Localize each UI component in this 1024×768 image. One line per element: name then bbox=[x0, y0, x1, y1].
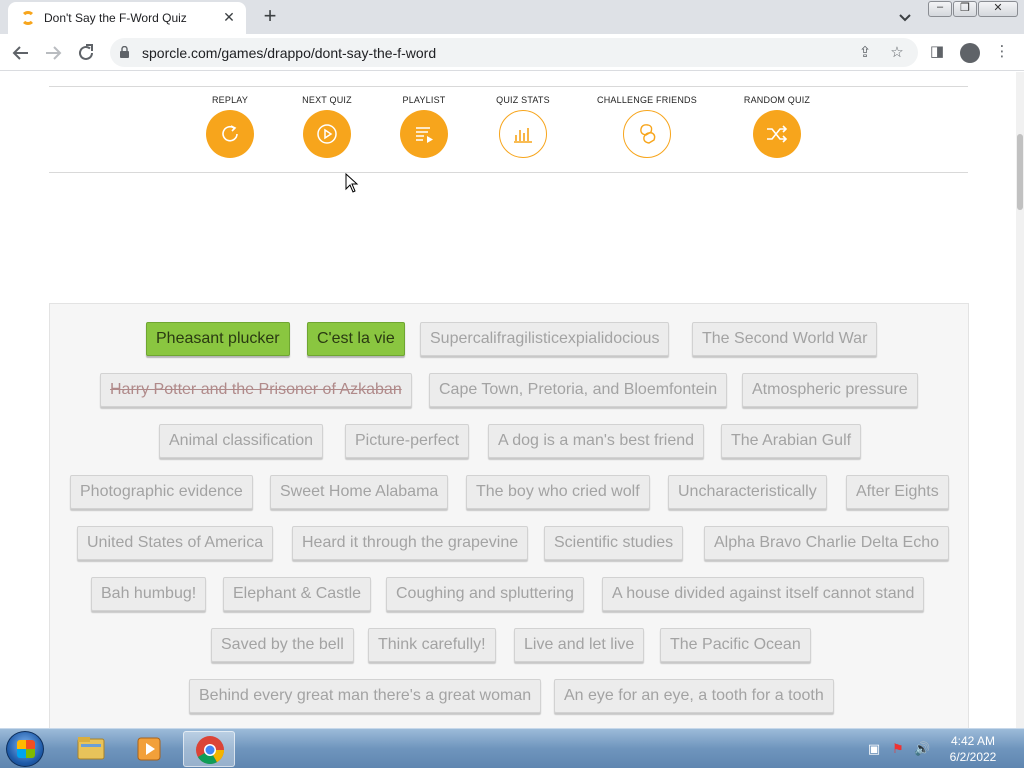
new-tab-button[interactable]: + bbox=[258, 4, 282, 28]
lock-icon bbox=[120, 46, 129, 58]
browser-toolbar: sporcle.com/games/drappo/dont-say-the-f-… bbox=[0, 34, 1024, 71]
tab-title: Don't Say the F-Word Quiz bbox=[44, 11, 187, 25]
answer-chip[interactable]: Atmospheric pressure bbox=[742, 373, 918, 407]
next-quiz-label: NEXT QUIZ bbox=[302, 95, 352, 105]
answer-chip[interactable]: United States of America bbox=[77, 526, 274, 560]
system-clock[interactable]: 4:42 AM 6/2/2022 bbox=[940, 733, 1006, 765]
answer-panel: Pheasant plucker C'est la vie Supercalif… bbox=[49, 303, 969, 728]
sporcle-favicon-icon bbox=[21, 11, 35, 25]
answer-chip[interactable]: Uncharacteristically bbox=[668, 475, 827, 509]
playlist-label: PLAYLIST bbox=[402, 95, 446, 105]
back-arrow-icon[interactable] bbox=[8, 40, 34, 66]
answer-chip[interactable]: The Second World War bbox=[692, 322, 878, 356]
media-player-taskbar-button[interactable] bbox=[124, 731, 176, 767]
replay-button[interactable]: REPLAY bbox=[203, 95, 257, 158]
windows-logo-icon bbox=[17, 740, 35, 758]
browser-tab[interactable]: Don't Say the F-Word Quiz ✕ bbox=[8, 2, 246, 34]
share-icon[interactable]: ⇪ bbox=[856, 44, 874, 62]
play-icon bbox=[303, 110, 351, 158]
challenge-friends-button[interactable]: CHALLENGE FRIENDS bbox=[596, 95, 698, 158]
answer-chip[interactable]: Think carefully! bbox=[368, 628, 496, 662]
next-quiz-button[interactable]: NEXT QUIZ bbox=[299, 95, 355, 158]
tab-close-icon[interactable]: ✕ bbox=[220, 8, 238, 26]
bar-chart-icon bbox=[499, 110, 547, 158]
playlist-icon bbox=[400, 110, 448, 158]
reload-icon[interactable] bbox=[73, 40, 99, 66]
bookmark-star-icon[interactable]: ☆ bbox=[888, 44, 906, 62]
answer-chip[interactable]: A dog is a man's best friend bbox=[488, 424, 705, 458]
side-panel-icon[interactable]: ◨ bbox=[928, 43, 946, 61]
action-center-flag-icon[interactable]: ⚑ bbox=[890, 741, 906, 757]
answer-chip[interactable]: Bah humbug! bbox=[91, 577, 207, 611]
shuffle-icon bbox=[753, 110, 801, 158]
random-quiz-label: RANDOM QUIZ bbox=[743, 95, 811, 105]
answer-chip[interactable]: Saved by the bell bbox=[211, 628, 354, 662]
tab-search-chevron-icon[interactable] bbox=[895, 8, 915, 28]
answer-chip[interactable]: Harry Potter and the Prisoner of Azkaban bbox=[100, 373, 412, 407]
answer-chip[interactable]: C'est la vie bbox=[307, 322, 405, 356]
window-close-button[interactable]: ✕ bbox=[978, 1, 1018, 17]
window-minimize-button[interactable]: – bbox=[928, 1, 952, 17]
random-quiz-button[interactable]: RANDOM QUIZ bbox=[742, 95, 812, 158]
answer-chip[interactable]: The boy who cried wolf bbox=[466, 475, 650, 509]
file-explorer-taskbar-button[interactable] bbox=[65, 731, 117, 767]
window-restore-button[interactable]: ❐ bbox=[953, 1, 977, 17]
clock-date: 6/2/2022 bbox=[949, 750, 997, 764]
answer-chip[interactable]: Supercalifragilisticexpialidocious bbox=[420, 322, 670, 356]
divider bbox=[49, 172, 968, 173]
answer-chip[interactable]: The Arabian Gulf bbox=[721, 424, 862, 458]
chrome-taskbar-button[interactable] bbox=[183, 731, 235, 767]
replay-label: REPLAY bbox=[211, 95, 249, 105]
page-content: REPLAY NEXT QUIZ PLAYLIST QUIZ STATS CHA… bbox=[0, 72, 1016, 728]
challenge-friends-label: CHALLENGE FRIENDS bbox=[597, 95, 697, 105]
scrollbar-thumb[interactable] bbox=[1017, 134, 1023, 210]
quiz-stats-label: QUIZ STATS bbox=[496, 95, 550, 105]
answer-chip[interactable]: Photographic evidence bbox=[70, 475, 253, 509]
start-button[interactable] bbox=[6, 731, 44, 767]
playlist-button[interactable]: PLAYLIST bbox=[398, 95, 450, 158]
answer-chip[interactable]: An eye for an eye, a tooth for a tooth bbox=[554, 679, 834, 713]
replay-icon bbox=[206, 110, 254, 158]
answer-chip[interactable]: A house divided against itself cannot st… bbox=[602, 577, 925, 611]
answer-chip[interactable]: Elephant & Castle bbox=[223, 577, 372, 611]
answer-chip[interactable]: Picture-perfect bbox=[345, 424, 470, 458]
url-text: sporcle.com/games/drappo/dont-say-the-f-… bbox=[142, 45, 437, 61]
answer-chip[interactable]: Cape Town, Pretoria, and Bloemfontein bbox=[429, 373, 728, 407]
answer-chip[interactable]: Heard it through the grapevine bbox=[292, 526, 529, 560]
page-scrollbar[interactable] bbox=[1016, 72, 1024, 728]
answer-chip[interactable]: Behind every great man there's a great w… bbox=[189, 679, 542, 713]
mouse-cursor-icon bbox=[345, 173, 359, 193]
answer-chip[interactable]: Pheasant plucker bbox=[146, 322, 290, 356]
boxing-gloves-icon bbox=[623, 110, 671, 158]
windows-taskbar: ▣ ⚑ 🔊 4:42 AM 6/2/2022 bbox=[0, 728, 1024, 768]
profile-avatar-icon[interactable] bbox=[960, 43, 980, 63]
browser-tab-bar: Don't Say the F-Word Quiz ✕ + – ❐ ✕ bbox=[0, 0, 1024, 34]
divider bbox=[49, 86, 968, 87]
address-bar[interactable]: sporcle.com/games/drappo/dont-say-the-f-… bbox=[110, 38, 918, 67]
forward-arrow-icon[interactable] bbox=[40, 40, 66, 66]
answer-chip[interactable]: Animal classification bbox=[159, 424, 324, 458]
more-menu-icon[interactable]: ⋮ bbox=[993, 43, 1011, 61]
answer-chip[interactable]: Coughing and spluttering bbox=[386, 577, 584, 611]
network-icon[interactable]: ▣ bbox=[866, 741, 882, 757]
answer-chip[interactable]: Alpha Bravo Charlie Delta Echo bbox=[704, 526, 950, 560]
answer-chip[interactable]: The Pacific Ocean bbox=[660, 628, 811, 662]
volume-icon[interactable]: 🔊 bbox=[914, 741, 930, 757]
quiz-stats-button[interactable]: QUIZ STATS bbox=[494, 95, 552, 158]
answer-chip[interactable]: Live and let live bbox=[514, 628, 645, 662]
answer-chip[interactable]: Scientific studies bbox=[544, 526, 684, 560]
answer-chip[interactable]: Sweet Home Alabama bbox=[270, 475, 449, 509]
clock-time: 4:42 AM bbox=[950, 734, 996, 748]
answer-chip[interactable]: After Eights bbox=[846, 475, 949, 509]
